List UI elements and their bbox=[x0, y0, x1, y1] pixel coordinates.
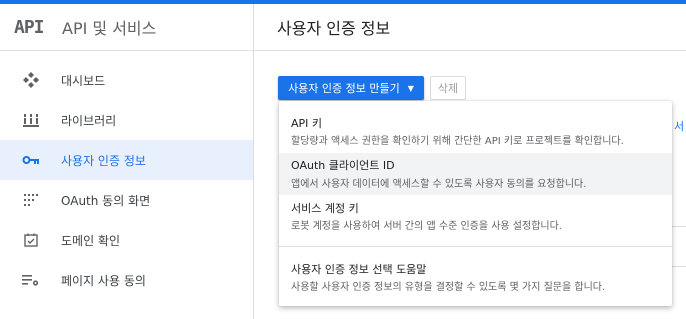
create-credentials-button[interactable]: 사용자 인증 정보 만들기 ▼ bbox=[278, 76, 424, 100]
domain-check-icon bbox=[20, 229, 42, 251]
sidebar-item-label: OAuth 동의 화면 bbox=[61, 193, 151, 208]
page-header: 사용자 인증 정보 bbox=[254, 4, 686, 51]
background-partial-link[interactable]: 서 bbox=[674, 118, 684, 134]
caret-down-icon: ▼ bbox=[407, 83, 414, 93]
menu-item-title: 사용자 인증 정보 선택 도움말 bbox=[291, 263, 427, 276]
oauth-consent-icon bbox=[20, 189, 42, 211]
menu-item-title: 서비스 계정 키 bbox=[291, 202, 359, 215]
menu-item-description: 로봇 계정을 사용하여 서버 간의 앱 수준 인증을 사용 설정합니다. bbox=[291, 221, 562, 232]
sidebar-item-label: 페이지 사용 동의 bbox=[61, 273, 146, 288]
sidebar: API API 및 서비스 대시보드 라이브러리 사용자 인증 정보 OAuth… bbox=[0, 4, 254, 319]
menu-item-description: 할당량과 액세스 권한을 확인하기 위해 간단한 API 키로 프로젝트를 확인… bbox=[291, 136, 624, 147]
sidebar-item-library[interactable]: 라이브러리 bbox=[0, 100, 253, 140]
menu-item-description: 사용할 사용자 인증 정보의 유형을 결정할 수 있도록 몇 가지 질문을 합니… bbox=[291, 282, 606, 293]
sidebar-item-oauth-consent[interactable]: OAuth 동의 화면 bbox=[0, 180, 253, 220]
delete-label: 삭제 bbox=[437, 82, 459, 95]
sidebar-item-label: 라이브러리 bbox=[61, 113, 117, 128]
sidebar-item-label: 도메인 확인 bbox=[61, 233, 121, 248]
sidebar-title: API 및 서비스 bbox=[62, 19, 157, 38]
api-logo: API bbox=[14, 16, 45, 38]
background-divider bbox=[672, 226, 686, 227]
menu-item-title: OAuth 클라이언트 ID bbox=[291, 159, 395, 172]
dashboard-icon bbox=[20, 69, 42, 91]
menu-item-oauth-client-id[interactable]: OAuth 클라이언트 ID 앱에서 사용자 데이터에 액세스할 수 있도록 사… bbox=[279, 153, 672, 195]
menu-item-help-me-choose[interactable]: 사용자 인증 정보 선택 도움말 사용할 사용자 인증 정보의 유형을 결정할 … bbox=[279, 255, 672, 299]
background-divider bbox=[672, 266, 686, 267]
sidebar-header: API API 및 서비스 bbox=[0, 4, 253, 51]
sidebar-item-label: 대시보드 bbox=[61, 73, 106, 88]
sidebar-item-dashboard[interactable]: 대시보드 bbox=[0, 60, 253, 100]
create-credentials-menu: API 키 할당량과 액세스 권한을 확인하기 위해 간단한 API 키로 프로… bbox=[279, 101, 672, 306]
delete-button[interactable]: 삭제 bbox=[430, 76, 466, 100]
page-usage-agreement-icon bbox=[20, 269, 42, 291]
menu-item-title: API 키 bbox=[291, 117, 323, 130]
sidebar-item-page-usage-agreement[interactable]: 페이지 사용 동의 bbox=[0, 260, 253, 300]
menu-divider bbox=[279, 246, 672, 247]
sidebar-item-credentials[interactable]: 사용자 인증 정보 bbox=[0, 140, 253, 180]
library-icon bbox=[20, 109, 42, 131]
create-credentials-label: 사용자 인증 정보 만들기 bbox=[288, 82, 400, 95]
sidebar-item-domain-verification[interactable]: 도메인 확인 bbox=[0, 220, 253, 260]
menu-item-service-account-key[interactable]: 서비스 계정 키 로봇 계정을 사용하여 서버 간의 앱 수준 인증을 사용 설… bbox=[279, 195, 672, 237]
key-icon bbox=[20, 149, 42, 171]
menu-item-description: 앱에서 사용자 데이터에 액세스할 수 있도록 사용자 동의를 요청합니다. bbox=[291, 179, 587, 190]
sidebar-item-label: 사용자 인증 정보 bbox=[61, 153, 146, 168]
page-title: 사용자 인증 정보 bbox=[277, 19, 391, 38]
menu-item-api-key[interactable]: API 키 할당량과 액세스 권한을 확인하기 위해 간단한 API 키로 프로… bbox=[279, 109, 672, 153]
